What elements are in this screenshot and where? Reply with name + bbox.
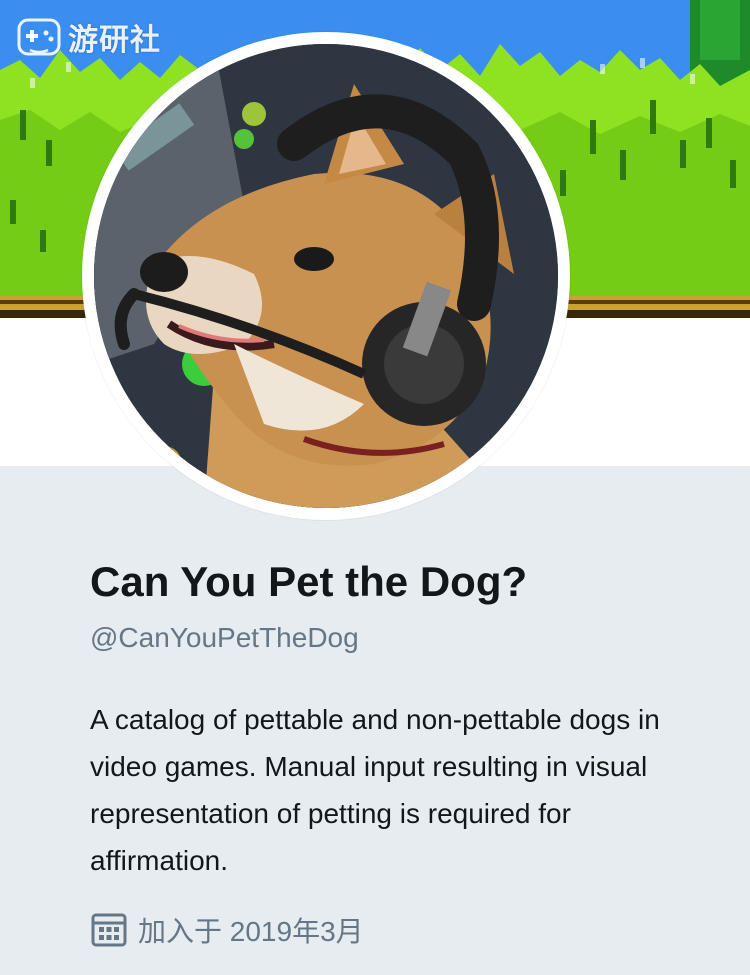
user-handle[interactable]: @CanYouPetTheDog (90, 622, 359, 654)
watermark-text: 游研社 (68, 23, 161, 58)
join-date-text: 加入于 2019年3月 (138, 916, 364, 947)
avatar-image (94, 44, 558, 508)
display-name: Can You Pet the Dog? (90, 558, 528, 605)
site-watermark: 游研社 (16, 14, 161, 60)
join-date: 加入于 2019年3月 (90, 910, 364, 950)
calendar-icon (91, 913, 127, 947)
profile-avatar[interactable] (82, 32, 570, 520)
profile-bio: A catalog of pettable and non-pettable d… (90, 704, 660, 876)
shiba-headset-illustration (94, 44, 558, 508)
gamepad-icon (17, 18, 61, 56)
